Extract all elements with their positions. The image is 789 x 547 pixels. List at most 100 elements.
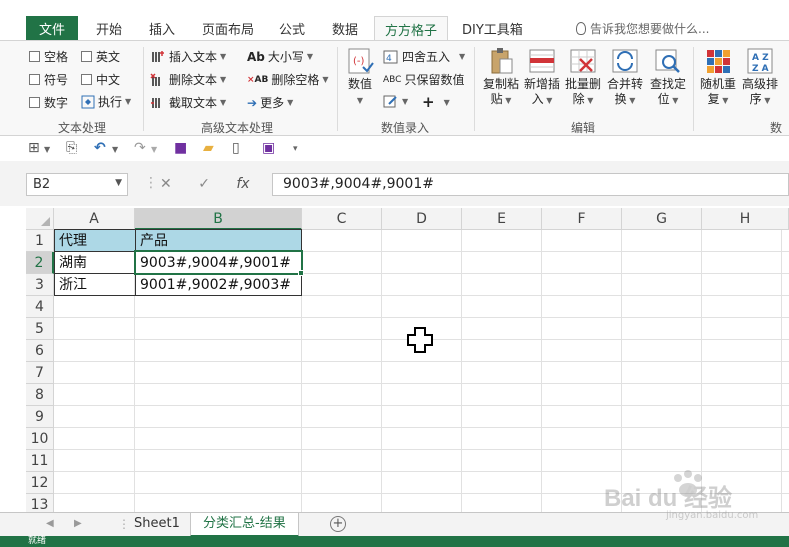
column-header-c[interactable]: C	[302, 208, 382, 230]
splitter-dots-icon[interactable]: ⋮	[144, 175, 158, 191]
copy-icon[interactable]: ⎘	[66, 140, 77, 156]
gridline	[54, 317, 789, 318]
row-header-4[interactable]: 4	[26, 296, 54, 318]
undo-icon[interactable]: ↶	[94, 140, 106, 156]
batch-delete-button[interactable]: 批量删除 ▼	[563, 47, 603, 108]
column-header-g[interactable]: G	[622, 208, 702, 230]
find-locate-button[interactable]: 查找定位 ▼	[648, 47, 688, 108]
advanced-sort-button[interactable]: A ZZ A 高级排序 ▼	[740, 47, 780, 108]
checkbox-chinese[interactable]: 中文	[81, 71, 120, 88]
scroll-left-icon[interactable]: ◀	[46, 518, 54, 529]
checkbox-symbol[interactable]: 符号	[29, 71, 68, 88]
case-button[interactable]: Ab 大小写 ▼	[247, 48, 313, 65]
column-header-e[interactable]: E	[462, 208, 542, 230]
scroll-right-icon[interactable]: ▶	[74, 518, 82, 529]
remove-space-button[interactable]: ×AB 删除空格 ▼	[247, 71, 329, 88]
save-as-icon[interactable]: ▣	[262, 140, 275, 156]
row-header-13[interactable]: 13	[26, 494, 54, 512]
enter-check-icon[interactable]: ✓	[198, 176, 210, 192]
borders-icon[interactable]: ⊞	[28, 140, 40, 156]
insert-function-icon[interactable]: fx	[236, 176, 249, 192]
round-icon: 4	[383, 50, 398, 64]
case-label: 大小写	[267, 50, 304, 64]
fill-handle[interactable]	[298, 270, 304, 276]
batch-delete-label: 批量删	[564, 77, 601, 91]
new-document-icon[interactable]: ▯	[232, 140, 240, 156]
cell-b3[interactable]: 9001#,9002#,9003#	[135, 273, 302, 296]
new-insert-button[interactable]: 新增插入 ▼	[522, 47, 562, 108]
formula-input[interactable]: 9003#,9004#,9001#	[272, 173, 789, 196]
sheet-tab-sheet1[interactable]: Sheet1	[122, 513, 192, 537]
name-box[interactable]: B2 ▼	[26, 173, 128, 196]
extract-text-button[interactable]: 截取文本 ▼	[150, 94, 226, 111]
redo-icon[interactable]: ↷	[134, 140, 146, 156]
dropdown-arrow-icon: ▼	[356, 96, 364, 105]
cell-a1[interactable]: 代理	[54, 229, 136, 252]
row-header-6[interactable]: 6	[26, 340, 54, 362]
round-button[interactable]: 4 四舍五入 ▼	[383, 48, 465, 65]
cell-a2[interactable]: 湖南	[54, 251, 136, 274]
select-all-button[interactable]	[26, 208, 54, 230]
insert-text-button[interactable]: 插入文本 ▼	[150, 48, 226, 65]
column-header-d[interactable]: D	[382, 208, 462, 230]
checkbox-english[interactable]: 英文	[81, 48, 120, 65]
tab-data[interactable]: 数据	[332, 16, 358, 40]
insert-text-icon	[152, 50, 164, 62]
dropdown-arrow-icon[interactable]: ▼	[112, 145, 118, 154]
add-sheet-icon[interactable]: +	[330, 516, 346, 532]
file-tab[interactable]: 文件	[26, 16, 78, 40]
checkbox-number[interactable]: 数字	[29, 94, 68, 111]
case-icon: Ab	[247, 49, 265, 64]
group-separator	[693, 47, 694, 131]
random-repeat-button[interactable]: 随机重复 ▼	[698, 47, 738, 108]
row-header-9[interactable]: 9	[26, 406, 54, 428]
cancel-icon[interactable]: ✕	[160, 176, 172, 192]
tab-fangfang-gezi[interactable]: 方方格子	[374, 16, 449, 41]
keep-value-button[interactable]: ABC 只保留数值	[383, 71, 464, 88]
svg-text:(-): (-)	[353, 56, 365, 67]
merge-convert-button[interactable]: 合并转换 ▼	[605, 47, 645, 108]
tab-diy-toolbox[interactable]: DIY工具箱	[462, 16, 523, 40]
row-header-1[interactable]: 1	[26, 230, 54, 252]
row-header-11[interactable]: 11	[26, 450, 54, 472]
edit-pen-icon	[383, 95, 397, 108]
save-icon[interactable]: ■	[174, 140, 187, 156]
sheet-tab-result[interactable]: 分类汇总-结果	[190, 513, 299, 537]
dropdown-arrow-icon[interactable]: ▼	[115, 178, 122, 188]
row-header-3[interactable]: 3	[26, 274, 54, 296]
delete-text-button[interactable]: 删除文本 ▼	[150, 71, 226, 88]
round-label: 四舍五入	[402, 50, 451, 64]
row-header-7[interactable]: 7	[26, 362, 54, 384]
column-header-a[interactable]: A	[54, 208, 135, 230]
execute-icon	[81, 95, 95, 108]
tell-me-search[interactable]: 告诉我您想要做什么...	[576, 20, 709, 37]
more-button[interactable]: ➔ 更多 ▼	[247, 94, 293, 111]
execute-button[interactable]: 执行 ▼	[81, 93, 131, 110]
extract-text-icon	[151, 97, 160, 108]
row-header-10[interactable]: 10	[26, 428, 54, 450]
column-header-h[interactable]: H	[702, 208, 789, 230]
add-button[interactable]: + ▼	[422, 93, 450, 111]
column-header-b[interactable]: B	[135, 208, 302, 230]
row-header-5[interactable]: 5	[26, 318, 54, 340]
customize-qat-icon[interactable]: ▾	[293, 144, 298, 154]
checkbox-space[interactable]: 空格	[29, 48, 68, 65]
column-header-f[interactable]: F	[542, 208, 622, 230]
copy-paste-button[interactable]: 复制粘贴 ▼	[481, 47, 521, 108]
cell-b1[interactable]: 产品	[135, 229, 302, 252]
tab-home[interactable]: 开始	[96, 16, 122, 40]
row-header-8[interactable]: 8	[26, 384, 54, 406]
tab-insert[interactable]: 插入	[149, 16, 175, 40]
tab-formulas[interactable]: 公式	[279, 16, 305, 40]
cell-a3[interactable]: 浙江	[54, 273, 136, 296]
dropdown-arrow-icon: ▼	[502, 96, 512, 105]
row-header-12[interactable]: 12	[26, 472, 54, 494]
dropdown-arrow-icon[interactable]: ▼	[151, 145, 157, 154]
value-button[interactable]: (-) 数值 ▼	[340, 47, 380, 108]
dropdown-arrow-icon[interactable]: ▼	[44, 145, 50, 154]
tab-page-layout[interactable]: 页面布局	[202, 16, 254, 40]
edit-values-button[interactable]: ▼	[383, 94, 408, 108]
formula-bar: B2 ▼ ⋮ ✕ ✓ fx 9003#,9004#,9001#	[0, 161, 789, 206]
row-header-2[interactable]: 2	[26, 252, 54, 274]
open-folder-icon[interactable]: ▰	[203, 140, 214, 156]
